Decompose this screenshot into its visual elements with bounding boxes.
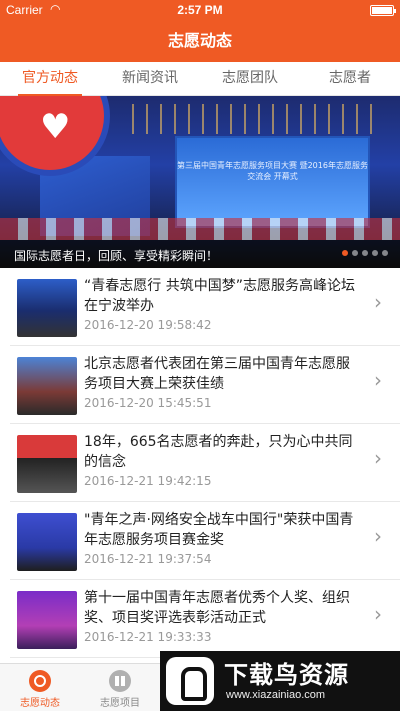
stage-floor [0,218,400,240]
battery-icon [370,5,396,16]
news-date: 2016-12-21 19:33:33 [84,630,212,644]
list-item[interactable]: 18年，665名志愿者的奔赴，只为心中共同的信念 2016-12-21 19:4… [10,424,400,502]
chevron-right-icon: › [374,290,382,314]
tabbar-label: 志愿动态 [20,698,60,709]
carousel-dot[interactable] [362,250,368,256]
news-icon [29,670,51,692]
stage-lights [120,104,380,134]
news-title: 第十一届中国青年志愿者优秀个人奖、组织奖、项目奖评选表彰活动正式 [84,590,350,626]
news-thumbnail [17,591,77,649]
news-date: 2016-12-21 19:37:54 [84,552,212,566]
chevron-right-icon: › [374,524,382,548]
news-thumbnail [17,279,77,337]
banner-caption: 国际志愿者日，回顾、享受精彩瞬间！ [14,249,219,263]
chevron-right-icon: › [374,368,382,392]
banner-carousel[interactable]: 第三届中国青年志愿服务项目大赛 暨2016年志愿服务交流会 开幕式 国际志愿者日… [0,96,400,268]
page-title: 志愿动态 [167,31,232,50]
tab-news-info[interactable]: 新闻资讯 [100,62,200,95]
chevron-right-icon: › [374,602,382,626]
tabbar-label: 志愿项目 [100,698,140,709]
news-title: “青春志愿行 共筑中国梦”志愿服务高峰论坛在宁波举办 [84,278,355,314]
watermark-title: 下载鸟资源 [224,661,349,689]
news-title: 北京志愿者代表团在第三届中国青年志愿服务项目大赛上荣获佳绩 [84,356,350,392]
tab-volunteers[interactable]: 志愿者 [300,62,400,95]
news-date: 2016-12-20 15:45:51 [84,396,212,410]
news-thumbnail [17,513,77,571]
stage-screen: 第三届中国青年志愿服务项目大赛 暨2016年志愿服务交流会 开幕式 [175,136,370,228]
news-date: 2016-12-20 19:58:42 [84,318,212,332]
status-bar: Carrier ◠ 2:57 PM [0,0,400,20]
tabbar-item-volunteer-news[interactable]: 志愿动态 [0,664,80,711]
carousel-dot[interactable] [372,250,378,256]
list-item[interactable]: “青春志愿行 共筑中国梦”志愿服务高峰论坛在宁波举办 2016-12-20 19… [10,268,400,346]
grid-icon [109,670,131,692]
news-date: 2016-12-21 19:42:15 [84,474,212,488]
news-thumbnail [17,435,77,493]
news-title: 18年，665名志愿者的奔赴，只为心中共同的信念 [84,434,353,470]
carousel-dot[interactable] [342,250,348,256]
status-time: 2:57 PM [177,3,223,17]
watermark-logo-icon [166,657,214,705]
watermark: 下载鸟资源 www.xiazainiao.com [160,651,400,711]
banner-caption-bar: 国际志愿者日，回顾、享受精彩瞬间！ [0,240,400,268]
watermark-url: www.xiazainiao.com [226,689,326,701]
carousel-dot[interactable] [382,250,388,256]
tab-official-news[interactable]: 官方动态 [0,62,100,95]
news-list: “青春志愿行 共筑中国梦”志愿服务高峰论坛在宁波举办 2016-12-20 19… [0,268,400,658]
list-item[interactable]: "青年之声·网络安全战车中国行"荣获中国青年志愿服务项目赛金奖 2016-12-… [10,502,400,580]
stage-screen-text: 第三届中国青年志愿服务项目大赛 暨2016年志愿服务交流会 开幕式 [177,161,368,181]
chevron-right-icon: › [374,446,382,470]
list-item[interactable]: 第十一届中国青年志愿者优秀个人奖、组织奖、项目奖评选表彰活动正式 2016-12… [10,580,400,658]
nav-bar: 志愿动态 [0,20,400,62]
tab-volunteer-teams[interactable]: 志愿团队 [200,62,300,95]
category-tabs: 官方动态 新闻资讯 志愿团队 志愿者 [0,62,400,96]
list-item[interactable]: 北京志愿者代表团在第三届中国青年志愿服务项目大赛上荣获佳绩 2016-12-20… [10,346,400,424]
carousel-dots [342,250,388,256]
tabbar-item-volunteer-projects[interactable]: 志愿项目 [80,664,160,711]
news-title: "青年之声·网络安全战车中国行"荣获中国青年志愿服务项目赛金奖 [84,512,354,548]
carousel-dot[interactable] [352,250,358,256]
news-thumbnail [17,357,77,415]
